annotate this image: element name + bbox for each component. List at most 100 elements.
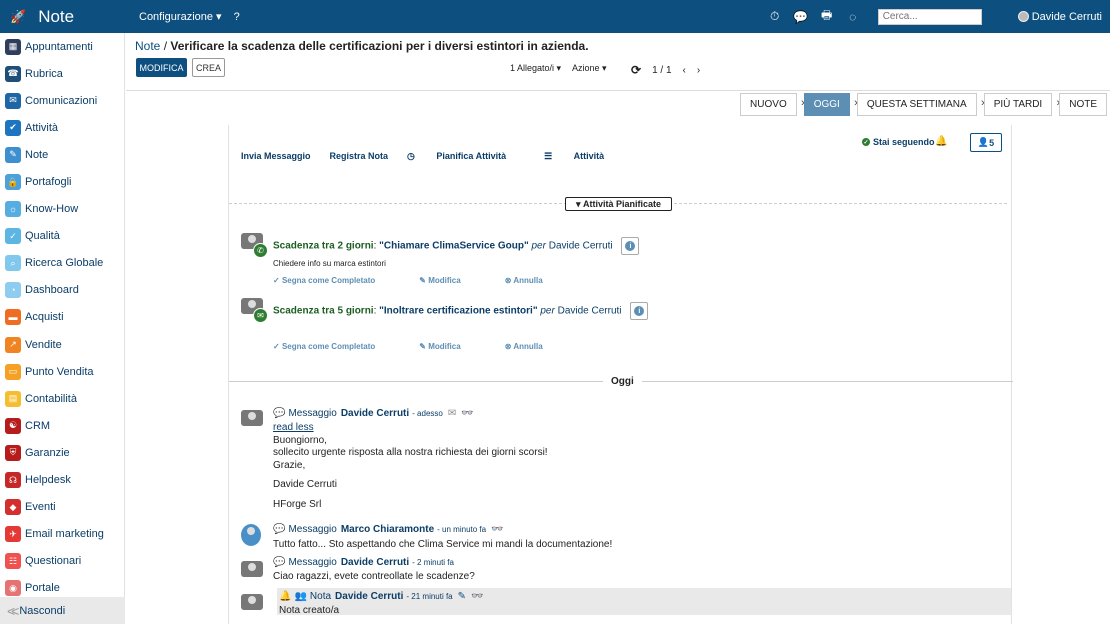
- sidebar-item-label: Email marketing: [25, 528, 104, 541]
- stage-nuovo[interactable]: NUOVO›: [740, 93, 805, 116]
- message-line: sollecito urgente risposta alla nostra r…: [273, 447, 548, 458]
- sidebar-item-label: Comunicazioni: [25, 94, 98, 107]
- sidebar-item-know-how[interactable]: ☼ Know-How: [0, 196, 124, 223]
- search-input[interactable]: [877, 8, 982, 25]
- menu-configurazione[interactable]: Configurazione ▾: [139, 10, 222, 23]
- sidebar-item-attivit-[interactable]: ✔ Attività: [0, 114, 124, 141]
- sidebar-item-rubrica[interactable]: ☎ Rubrica: [0, 60, 124, 87]
- sidebar-item-punto-vendita[interactable]: ▭ Punto Vendita: [0, 358, 124, 385]
- create-button[interactable]: CREA: [192, 58, 225, 77]
- sidebar-item-label: Attività: [25, 121, 59, 134]
- sidebar-item-comunicazioni[interactable]: ✉ Comunicazioni: [0, 87, 124, 114]
- top-navbar: 🚀 Note Configurazione ▾ ? ⏱ 💬 🖶 ◌ Davide…: [0, 0, 1110, 33]
- sidebar-item-label: Portale: [25, 582, 60, 595]
- attachments-dropdown[interactable]: 1 Allegato/i ▾: [510, 63, 561, 74]
- message-author[interactable]: Davide Cerruti: [335, 591, 403, 602]
- comment-icon: 💬: [273, 408, 286, 419]
- rocket-icon: 🚀: [10, 8, 27, 24]
- activity-summary: "Inoltrare certificazione estintori": [379, 305, 538, 317]
- sidebar-item-note[interactable]: ✎ Note: [0, 141, 124, 168]
- stage-note[interactable]: NOTE: [1059, 93, 1107, 116]
- message-type: Messaggio: [288, 408, 337, 419]
- app-brand[interactable]: 🚀 Note: [0, 7, 125, 27]
- mark-done-link[interactable]: ✓ Segna come Completato: [273, 342, 397, 351]
- activity-info-button[interactable]: i: [621, 237, 640, 255]
- cancel-link[interactable]: ⊗ Annulla: [505, 342, 565, 351]
- sidebar-item-dashboard[interactable]: ◔ Dashboard: [0, 277, 124, 304]
- followers-button[interactable]: 👤 5: [970, 133, 1002, 152]
- refresh-icon[interactable]: ⟳: [631, 63, 641, 77]
- glasses-icon[interactable]: 👓: [461, 408, 473, 419]
- actions-dropdown[interactable]: Azione ▾: [572, 63, 607, 74]
- pager-next-icon[interactable]: ›: [697, 65, 700, 76]
- sidebar-item-qualit-[interactable]: ✓ Qualità: [0, 223, 124, 250]
- comment-icon: 💬: [273, 557, 286, 568]
- message-time: - adesso: [412, 409, 443, 418]
- message-author[interactable]: Marco Chiaramonte: [341, 524, 434, 535]
- sidebar-item-appuntamenti[interactable]: ▦ Appuntamenti: [0, 33, 124, 60]
- breadcrumb-root[interactable]: Note: [135, 39, 160, 53]
- info-icon: i: [634, 306, 645, 316]
- sidebar-item-eventi[interactable]: ◆ Eventi: [0, 494, 124, 521]
- sidebar-item-questionari[interactable]: ☷ Questionari: [0, 548, 124, 575]
- read-less-link[interactable]: read less: [273, 422, 548, 435]
- sidebar-item-acquisti[interactable]: ▬ Acquisti: [0, 304, 124, 331]
- planned-activities-toggle[interactable]: ▾ Attività Pianificate: [565, 197, 672, 211]
- sidebar-item-label: Helpdesk: [25, 474, 71, 487]
- glasses-icon[interactable]: 👓: [471, 591, 483, 602]
- activity-due: Scadenza tra 2 giorni: [273, 240, 374, 252]
- sidebar-item-label: Eventi: [25, 501, 56, 514]
- send-message-tab[interactable]: Invia Messaggio: [241, 151, 311, 162]
- chat-icon[interactable]: 💬: [793, 10, 808, 24]
- module-icon: ☼: [5, 201, 21, 218]
- menu-help[interactable]: ?: [234, 11, 240, 23]
- sidebar-item-ricerca-globale[interactable]: ⌕ Ricerca Globale: [0, 250, 124, 277]
- module-icon: ⛨: [5, 444, 21, 461]
- glasses-icon[interactable]: 👓: [491, 524, 503, 535]
- cancel-link[interactable]: ⊗ Annulla: [505, 276, 565, 285]
- user-menu[interactable]: Davide Cerruti: [1017, 11, 1102, 23]
- log-note-tab[interactable]: Registra Nota: [330, 151, 389, 162]
- activities-tab[interactable]: ☰ Attività: [544, 151, 623, 162]
- sidebar-item-garanzie[interactable]: ⛨ Garanzie: [0, 439, 124, 466]
- pager: ⟳ 1 / 1 ‹ ›: [631, 63, 711, 77]
- sidebar-item-label: Note: [25, 148, 49, 161]
- sidebar-item-contabilit-[interactable]: ▤ Contabilità: [0, 385, 124, 412]
- activity-note: Chiedere info su marca estintori: [273, 259, 386, 268]
- divider: [126, 90, 1110, 91]
- sidebar-item-label: Acquisti: [25, 311, 64, 324]
- print-icon[interactable]: 🖶: [820, 8, 834, 24]
- message-line: Grazie,: [273, 459, 306, 471]
- sidebar-item-label: Contabilità: [25, 392, 77, 405]
- edit-link[interactable]: ✎ Modifica: [419, 342, 482, 351]
- stage-label: NUOVO: [750, 99, 787, 110]
- message-author[interactable]: Davide Cerruti: [341, 557, 409, 568]
- sidebar-item-email-marketing[interactable]: ✈ Email marketing: [0, 521, 124, 548]
- activity-info-button[interactable]: i: [630, 302, 649, 320]
- timer-icon[interactable]: ⏱: [768, 9, 782, 24]
- check-icon: ✓: [862, 138, 870, 146]
- hide-sidebar-button[interactable]: << Nascondi: [0, 597, 125, 624]
- sidebar-item-helpdesk[interactable]: ☊ Helpdesk: [0, 467, 124, 494]
- mark-done-link[interactable]: ✓ Segna come Completato: [273, 276, 397, 285]
- app-title: Note: [38, 6, 75, 26]
- sidebar-item-crm[interactable]: ☯ CRM: [0, 412, 124, 439]
- module-icon: ☊: [5, 472, 21, 489]
- bell-icon: 🔔: [279, 591, 292, 602]
- sidebar-item-label: Punto Vendita: [25, 365, 94, 378]
- edit-link[interactable]: ✎ Modifica: [419, 276, 482, 285]
- pager-prev-icon[interactable]: ‹: [683, 65, 686, 76]
- stage-oggi[interactable]: OGGI›: [803, 93, 858, 116]
- message-author[interactable]: Davide Cerruti: [341, 408, 409, 419]
- edit-button[interactable]: MODIFICA: [136, 58, 187, 77]
- edit-icon[interactable]: ✎: [458, 591, 466, 602]
- sidebar-item-label: Dashboard: [25, 284, 79, 297]
- caret-down-icon: ▾: [575, 198, 583, 209]
- stage-questa-settimana[interactable]: QUESTA SETTIMANA›: [856, 93, 985, 116]
- sidebar-item-vendite[interactable]: ↗ Vendite: [0, 331, 124, 358]
- following-toggle[interactable]: ✓ Stai seguendo: [862, 137, 935, 147]
- stage-pi-tardi[interactable]: PIÙ TARDI›: [983, 93, 1060, 116]
- schedule-activity-tab[interactable]: ◷ Pianifica Attività: [407, 151, 525, 162]
- sidebar-item-portafogli[interactable]: 🔒 Portafogli: [0, 168, 124, 195]
- bell-icon[interactable]: 🔔: [935, 136, 947, 147]
